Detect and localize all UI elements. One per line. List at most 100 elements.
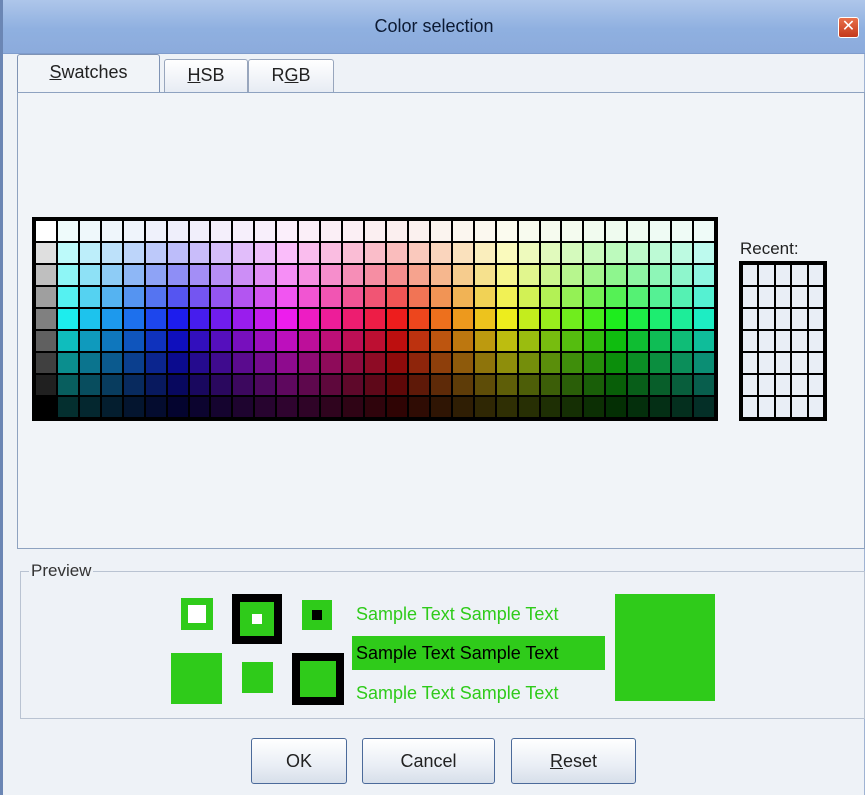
color-swatch[interactable] [365, 309, 385, 329]
color-swatch[interactable] [474, 221, 495, 241]
color-swatch[interactable] [211, 375, 232, 395]
color-swatch[interactable] [628, 375, 649, 395]
color-swatch[interactable] [408, 287, 429, 307]
color-swatch[interactable] [628, 309, 649, 329]
color-swatch[interactable] [101, 243, 122, 263]
color-swatch[interactable] [299, 221, 320, 241]
color-swatch[interactable] [672, 375, 693, 395]
color-swatch[interactable] [167, 265, 188, 285]
color-swatch[interactable] [628, 243, 649, 263]
recent-swatch[interactable] [792, 265, 807, 285]
color-swatch[interactable] [277, 221, 298, 241]
recent-swatch[interactable] [808, 287, 823, 307]
recent-swatch[interactable] [808, 331, 823, 351]
color-swatch[interactable] [584, 353, 605, 373]
color-swatch[interactable] [408, 397, 429, 417]
color-swatch[interactable] [474, 375, 495, 395]
color-swatch[interactable] [474, 265, 495, 285]
color-swatch[interactable] [694, 397, 714, 417]
color-swatch[interactable] [123, 397, 144, 417]
color-swatch[interactable] [321, 221, 342, 241]
color-swatch[interactable] [167, 309, 188, 329]
recent-swatch[interactable] [759, 397, 774, 417]
recent-swatch[interactable] [792, 287, 807, 307]
color-swatch[interactable] [255, 265, 276, 285]
color-swatch[interactable] [277, 397, 298, 417]
color-swatch[interactable] [255, 375, 276, 395]
color-swatch[interactable] [694, 221, 714, 241]
recent-swatch[interactable] [775, 287, 791, 307]
color-swatch[interactable] [299, 353, 320, 373]
color-swatch[interactable] [79, 221, 100, 241]
color-swatch[interactable] [211, 265, 232, 285]
recent-swatch[interactable] [759, 353, 774, 373]
color-swatch[interactable] [233, 243, 254, 263]
color-swatch[interactable] [365, 331, 385, 351]
color-swatch[interactable] [606, 243, 627, 263]
color-swatch[interactable] [518, 397, 539, 417]
color-swatch[interactable] [562, 353, 583, 373]
color-swatch[interactable] [386, 331, 407, 351]
color-swatch[interactable] [36, 287, 56, 307]
color-swatch[interactable] [584, 397, 605, 417]
color-swatch[interactable] [57, 221, 78, 241]
color-swatch[interactable] [123, 331, 144, 351]
recent-swatch[interactable] [775, 353, 791, 373]
color-swatch[interactable] [365, 265, 385, 285]
color-swatch[interactable] [57, 375, 78, 395]
color-swatch[interactable] [474, 243, 495, 263]
color-swatch[interactable] [694, 375, 714, 395]
color-swatch[interactable] [101, 309, 122, 329]
color-swatch[interactable] [57, 265, 78, 285]
color-swatch[interactable] [211, 309, 232, 329]
color-swatch[interactable] [211, 331, 232, 351]
recent-swatch[interactable] [792, 375, 807, 395]
recent-swatch[interactable] [792, 353, 807, 373]
color-swatch[interactable] [277, 287, 298, 307]
color-swatch[interactable] [540, 243, 561, 263]
color-swatch[interactable] [584, 309, 605, 329]
recent-swatch[interactable] [743, 309, 758, 329]
color-swatch[interactable] [650, 353, 671, 373]
color-swatch[interactable] [321, 265, 342, 285]
color-swatch[interactable] [365, 243, 385, 263]
color-swatch[interactable] [430, 287, 451, 307]
color-swatch[interactable] [277, 331, 298, 351]
color-swatch[interactable] [474, 331, 495, 351]
color-swatch[interactable] [408, 243, 429, 263]
color-swatch[interactable] [233, 265, 254, 285]
color-swatch[interactable] [79, 375, 100, 395]
tab-rgb[interactable]: RGB [248, 59, 334, 93]
color-swatch[interactable] [299, 265, 320, 285]
color-swatch[interactable] [430, 221, 451, 241]
color-swatch[interactable] [672, 243, 693, 263]
color-swatch[interactable] [518, 353, 539, 373]
color-swatch[interactable] [145, 397, 166, 417]
color-swatch[interactable] [233, 397, 254, 417]
color-swatch[interactable] [430, 243, 451, 263]
color-swatch[interactable] [101, 375, 122, 395]
color-swatch[interactable] [650, 265, 671, 285]
color-swatch[interactable] [101, 353, 122, 373]
color-swatch[interactable] [189, 309, 210, 329]
swatch-grid[interactable] [32, 217, 718, 421]
recent-swatch-grid[interactable] [739, 261, 827, 421]
color-swatch[interactable] [628, 265, 649, 285]
color-swatch[interactable] [233, 287, 254, 307]
color-swatch[interactable] [343, 331, 364, 351]
color-swatch[interactable] [496, 309, 517, 329]
color-swatch[interactable] [57, 287, 78, 307]
color-swatch[interactable] [452, 353, 473, 373]
cancel-button[interactable]: Cancel [362, 738, 495, 784]
color-swatch[interactable] [584, 243, 605, 263]
color-swatch[interactable] [474, 397, 495, 417]
color-swatch[interactable] [321, 287, 342, 307]
recent-swatch[interactable] [759, 265, 774, 285]
recent-swatch[interactable] [743, 265, 758, 285]
recent-swatch[interactable] [743, 397, 758, 417]
color-swatch[interactable] [299, 331, 320, 351]
color-swatch[interactable] [496, 331, 517, 351]
color-swatch[interactable] [584, 287, 605, 307]
color-swatch[interactable] [386, 397, 407, 417]
color-swatch[interactable] [277, 353, 298, 373]
